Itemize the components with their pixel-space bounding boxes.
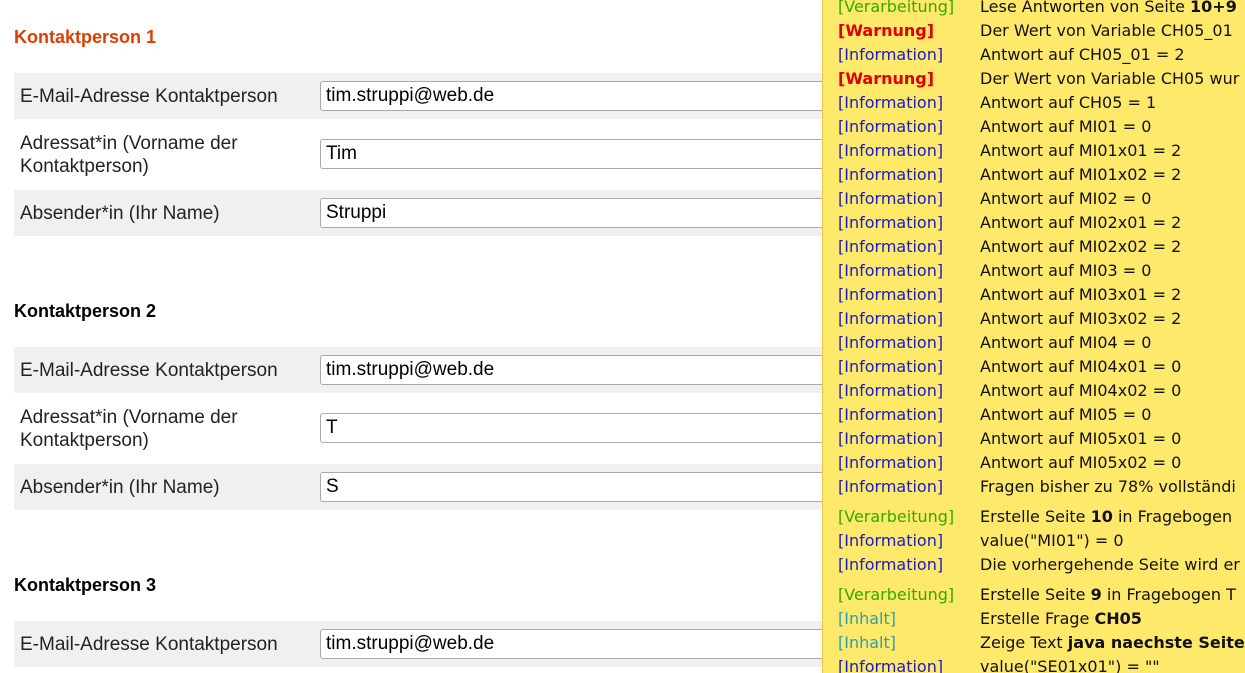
row-contact-2-email: E-Mail-Adresse Kontaktperson tim.struppi… — [14, 347, 920, 393]
log-tag: [Information] — [838, 285, 944, 304]
section-title-contact-1: Kontaktperson 1 — [14, 27, 157, 47]
row-contact-1-email: E-Mail-Adresse Kontaktperson tim.struppi… — [14, 73, 920, 119]
log-message: Antwort auf MI01 = 0 — [980, 117, 1152, 136]
log-message: Antwort auf MI03x02 = 2 — [980, 309, 1182, 328]
label-contact-1-email: E-Mail-Adresse Kontaktperson — [20, 86, 278, 107]
log-message: Antwort auf MI05x02 = 0 — [980, 453, 1182, 472]
label-contact-2-addressee-line1: Adressat*in (Vorname der — [20, 407, 238, 428]
log-tag: [Information] — [838, 165, 944, 184]
log-tag: [Information] — [838, 93, 944, 112]
log-tag: [Information] — [838, 141, 944, 160]
log-message: Lese Antworten von Seite 10+9 — [980, 0, 1237, 16]
log-message: Antwort auf MI02x01 = 2 — [980, 213, 1182, 232]
log-message: Antwort auf MI01x01 = 2 — [980, 141, 1182, 160]
log-tag: [Verarbeitung] — [838, 0, 955, 16]
label-contact-2-addressee-line2: Kontaktperson) — [20, 430, 149, 451]
log-message: Der Wert von Variable CH05_01 — [980, 21, 1233, 40]
log-tag: [Information] — [838, 309, 944, 328]
log-message: Antwort auf MI05 = 0 — [980, 405, 1152, 424]
log-message: Erstelle Seite 9 in Fragebogen T — [980, 585, 1236, 604]
log-message: Erstelle Frage CH05 — [980, 609, 1142, 628]
log-message: Antwort auf MI03x01 = 2 — [980, 285, 1182, 304]
log-message: Antwort auf CH05 = 1 — [980, 93, 1157, 112]
questionnaire-form: Kontaktperson 1 E-Mail-Adresse Kontaktpe… — [0, 0, 920, 673]
log-tag: [Information] — [838, 333, 944, 352]
log-message: Antwort auf MI02 = 0 — [980, 189, 1152, 208]
log-message: Die vorhergehende Seite wird er — [980, 555, 1240, 574]
log-message: Antwort auf MI02x02 = 2 — [980, 237, 1182, 256]
section-title-contact-2: Kontaktperson 2 — [14, 301, 157, 321]
log-message: Antwort auf MI03 = 0 — [980, 261, 1152, 280]
log-tag: [Information] — [838, 429, 944, 448]
log-message: Antwort auf MI01x02 = 2 — [980, 165, 1182, 184]
log-tag: [Information] — [838, 117, 944, 136]
row-contact-1-sender: Absender*in (Ihr Name) Struppi — [14, 190, 920, 236]
log-tag: [Information] — [838, 477, 944, 496]
label-contact-1-addressee-line1: Adressat*in (Vorname der — [20, 133, 238, 154]
log-message: Zeige Text java naechste Seite — [980, 633, 1245, 652]
label-contact-3-email: E-Mail-Adresse Kontaktperson — [20, 634, 278, 655]
log-tag: [Information] — [838, 261, 944, 280]
label-contact-2-email: E-Mail-Adresse Kontaktperson — [20, 360, 278, 381]
log-tag: [Verarbeitung] — [838, 585, 955, 604]
log-message: value("MI01") = 0 — [980, 531, 1124, 550]
log-message: Antwort auf MI04x02 = 0 — [980, 381, 1182, 400]
log-tag: [Inhalt] — [838, 633, 897, 652]
log-message: Antwort auf MI05x01 = 0 — [980, 429, 1182, 448]
log-message: Der Wert von Variable CH05 wur — [980, 69, 1240, 88]
log-message: value("SE01x01") = "" — [980, 657, 1160, 673]
log-message: Fragen bisher zu 78% vollständi — [980, 477, 1236, 496]
log-tag: [Information] — [838, 453, 944, 472]
label-contact-1-sender: Absender*in (Ihr Name) — [20, 203, 220, 224]
log-message: Antwort auf MI04x01 = 0 — [980, 357, 1182, 376]
label-contact-2-sender: Absender*in (Ihr Name) — [20, 477, 220, 498]
log-tag: [Information] — [838, 657, 944, 673]
row-contact-2-addressee: Adressat*in (Vorname der Kontaktperson) … — [14, 394, 920, 464]
log-tag: [Information] — [838, 531, 944, 550]
log-message: Antwort auf CH05_01 = 2 — [980, 45, 1185, 64]
log-tag: [Information] — [838, 237, 944, 256]
label-contact-1-addressee-line2: Kontaktperson) — [20, 156, 149, 177]
log-tag: [Inhalt] — [838, 609, 897, 628]
log-tag: [Information] — [838, 405, 944, 424]
log-tag: [Warnung] — [838, 21, 935, 40]
log-tag: [Warnung] — [838, 69, 935, 88]
row-contact-1-addressee: Adressat*in (Vorname der Kontaktperson) … — [14, 120, 920, 190]
log-tag: [Information] — [838, 357, 944, 376]
row-contact-3-email: E-Mail-Adresse Kontaktperson tim.struppi… — [14, 621, 920, 667]
log-tag: [Information] — [838, 555, 944, 574]
log-tag: [Information] — [838, 45, 944, 64]
log-tag: [Information] — [838, 189, 944, 208]
row-contact-2-sender: Absender*in (Ihr Name) S — [14, 464, 920, 510]
log-message: Antwort auf MI04 = 0 — [980, 333, 1152, 352]
log-message: Erstelle Seite 10 in Fragebogen — [980, 507, 1233, 526]
section-title-contact-3: Kontaktperson 3 — [14, 575, 157, 595]
log-tag: [Information] — [838, 381, 944, 400]
log-tag: [Information] — [838, 213, 944, 232]
log-tag: [Verarbeitung] — [838, 507, 955, 526]
debug-log-panel[interactable]: [Verarbeitung] Lese Antworten von Seite … — [822, 0, 1245, 673]
